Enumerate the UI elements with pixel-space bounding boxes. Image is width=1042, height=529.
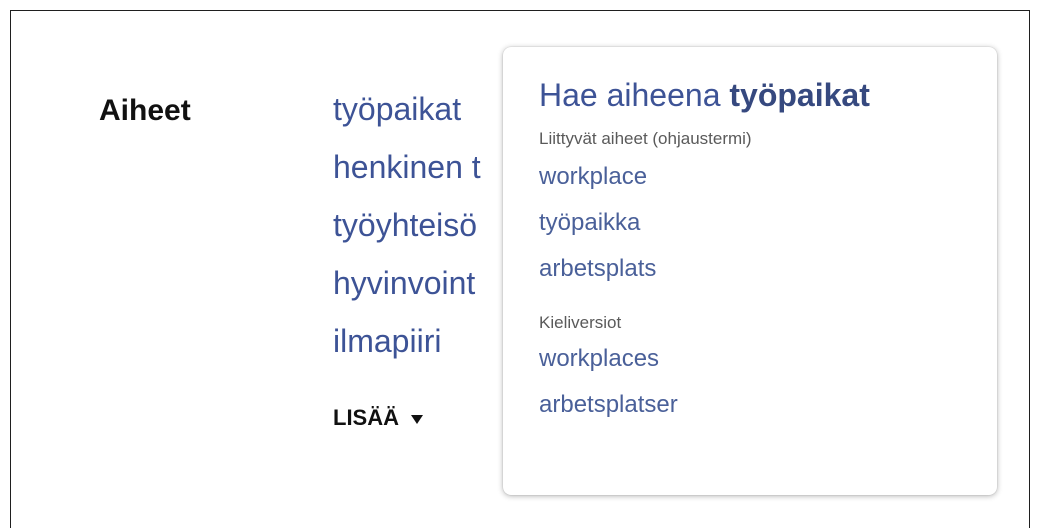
- language-versions-heading: Kieliversiot: [539, 313, 622, 332]
- language-version-link[interactable]: arbetsplatser: [539, 389, 997, 435]
- subjects-list: työpaikat henkinen t työyhteisö hyvinvoi…: [333, 89, 481, 379]
- search-by-subject-prefix: Hae aiheena: [539, 77, 721, 113]
- caret-down-icon: [411, 415, 423, 424]
- subject-link[interactable]: ilmapiiri: [333, 321, 481, 379]
- subject-popup: Hae aiheena työpaikat Liittyvät aiheet (…: [503, 47, 997, 495]
- related-subject-link[interactable]: workplace: [539, 161, 997, 207]
- search-by-subject-term: työpaikat: [729, 77, 870, 113]
- related-subject-link[interactable]: työpaikka: [539, 207, 997, 253]
- subject-link[interactable]: hyvinvoint: [333, 263, 481, 321]
- subject-link[interactable]: työyhteisö: [333, 205, 481, 263]
- related-subject-link[interactable]: arbetsplats: [539, 253, 997, 299]
- subject-link[interactable]: henkinen t: [333, 147, 481, 205]
- related-subjects-heading: Liittyvät aiheet (ohjaustermi): [539, 129, 752, 148]
- subjects-label: Aiheet: [99, 94, 191, 127]
- search-by-subject-link[interactable]: Hae aiheena työpaikat: [539, 73, 997, 117]
- subject-link[interactable]: työpaikat: [333, 89, 481, 147]
- more-button[interactable]: LISÄÄ: [333, 403, 423, 433]
- language-version-link[interactable]: workplaces: [539, 343, 997, 389]
- more-label: LISÄÄ: [333, 405, 399, 430]
